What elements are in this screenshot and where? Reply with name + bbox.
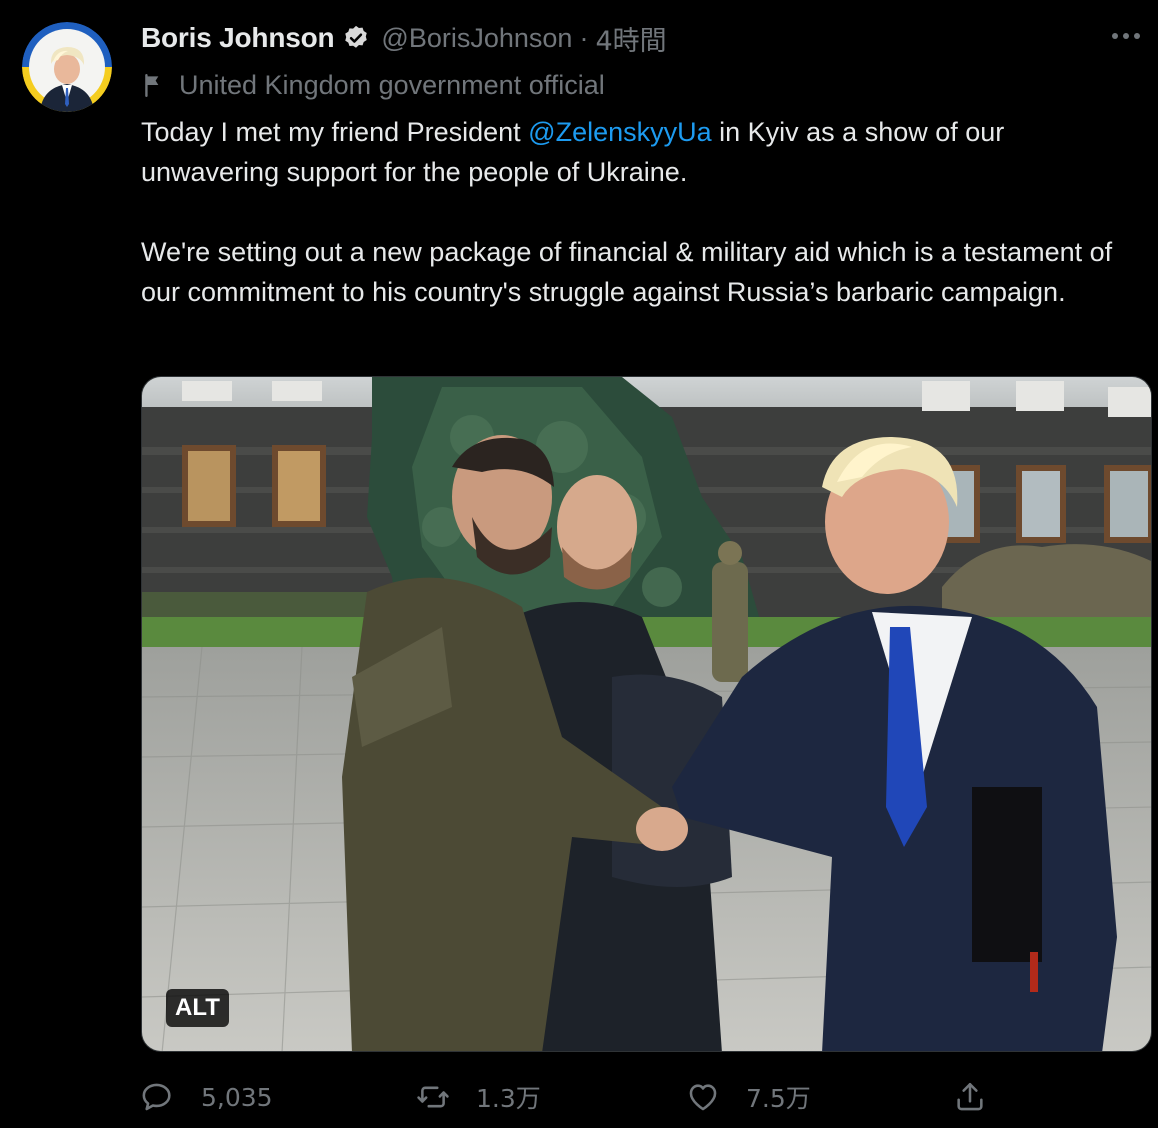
tweet-timestamp[interactable]: 4時間 bbox=[595, 19, 666, 58]
reply-count: 5,035 bbox=[201, 1082, 273, 1112]
government-label-text: United Kingdom government official bbox=[179, 69, 605, 100]
share-icon bbox=[953, 1080, 987, 1114]
heart-icon bbox=[686, 1080, 720, 1114]
like-count: 7.5万 bbox=[746, 1084, 811, 1113]
separator-dot: · bbox=[579, 22, 589, 53]
retweet-count: 1.3万 bbox=[476, 1084, 541, 1113]
author-name[interactable]: Boris Johnson bbox=[141, 22, 335, 54]
tweet-text-part: Today I met my friend President bbox=[141, 117, 529, 147]
government-label[interactable]: United Kingdom government official bbox=[141, 65, 605, 105]
retweet-icon bbox=[416, 1080, 450, 1114]
tweet-text: Today I met my friend President @Zelensk… bbox=[141, 112, 1131, 312]
tweet-paragraph-2: We're setting out a new package of finan… bbox=[141, 237, 1113, 307]
tweet-actions: 5,035 1.3万 7.5万 bbox=[0, 1072, 1158, 1122]
author-avatar[interactable] bbox=[22, 22, 112, 112]
tweet-paragraph-1: Today I met my friend President @Zelensk… bbox=[141, 112, 1131, 192]
like-button[interactable]: 7.5万 bbox=[686, 1072, 811, 1122]
retweet-button[interactable]: 1.3万 bbox=[416, 1072, 541, 1122]
tweet-photo[interactable]: ALT bbox=[141, 376, 1152, 1052]
verified-badge-icon bbox=[342, 24, 370, 52]
reply-button[interactable]: 5,035 bbox=[141, 1072, 273, 1122]
alt-text-badge[interactable]: ALT bbox=[166, 989, 229, 1027]
share-button[interactable] bbox=[953, 1072, 987, 1122]
flag-icon bbox=[141, 72, 167, 98]
mention-link[interactable]: @ZelenskyyUa bbox=[528, 117, 711, 147]
tweet-header: Boris Johnson @BorisJohnson · 4時間 bbox=[141, 18, 667, 58]
reply-icon bbox=[141, 1080, 175, 1114]
tweet: Boris Johnson @BorisJohnson · 4時間 United… bbox=[0, 0, 1158, 1128]
author-handle[interactable]: @BorisJohnson bbox=[381, 23, 572, 54]
more-options-icon[interactable] bbox=[1106, 22, 1146, 50]
